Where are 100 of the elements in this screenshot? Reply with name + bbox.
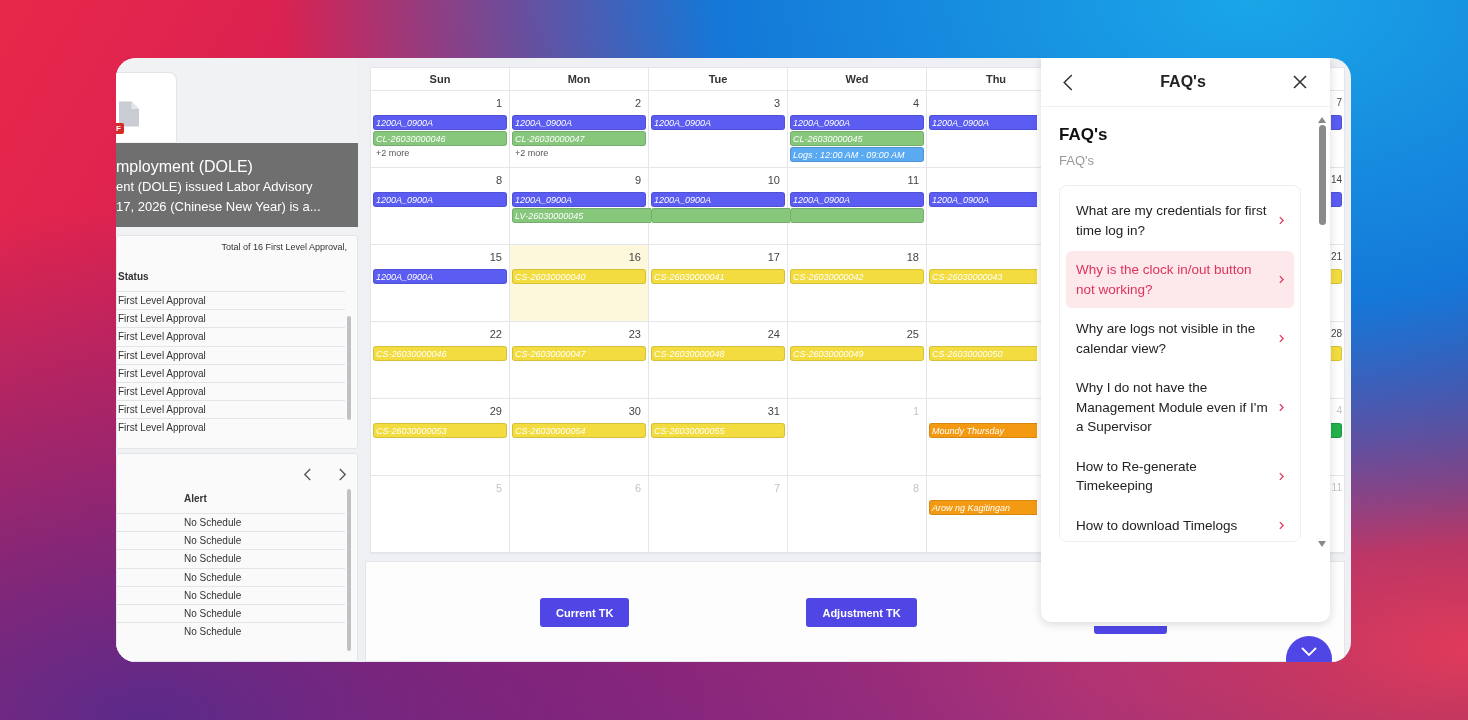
status-cell: First Level Approval bbox=[117, 309, 345, 328]
calendar-event[interactable] bbox=[651, 208, 790, 223]
alert-cell: No Schedule bbox=[117, 549, 345, 568]
day-cell[interactable]: 1 1200A_0900A CL-26030000046 +2 more bbox=[371, 91, 510, 168]
weekday-header: Thu bbox=[985, 73, 1007, 85]
day-cell[interactable]: 16 CS-26030000040 bbox=[510, 245, 649, 322]
day-number: 8 bbox=[495, 173, 502, 186]
scrollbar[interactable] bbox=[347, 316, 351, 420]
calendar-event[interactable]: 1200A_0900A bbox=[651, 192, 785, 207]
status-cell: First Level Approval bbox=[117, 418, 345, 437]
status-cell: First Level Approval bbox=[117, 381, 345, 401]
faq-item[interactable]: Why is the clock in/out button not working? bbox=[1066, 251, 1294, 308]
day-cell[interactable]: 11 1200A_0900A bbox=[788, 168, 927, 245]
day-cell[interactable]: 15 1200A_0900A bbox=[371, 245, 510, 322]
scroll-up-icon[interactable] bbox=[1318, 117, 1326, 123]
day-cell[interactable]: 3 1200A_0900A bbox=[649, 91, 788, 168]
status-cell: First Level Approval bbox=[117, 345, 345, 364]
alert-cell: No Schedule bbox=[117, 567, 345, 586]
day-cell[interactable]: 9 1200A_0900A LV-26030000045 bbox=[510, 168, 649, 245]
faq-subtitle: FAQ's bbox=[1059, 153, 1095, 168]
calendar-event[interactable]: 1200A_0900A bbox=[651, 115, 785, 130]
day-number: 30 bbox=[628, 404, 641, 417]
day-cell[interactable]: 8 1200A_0900A bbox=[371, 168, 510, 245]
pdf-badge: F bbox=[116, 123, 124, 134]
chevron-right-icon bbox=[1279, 216, 1284, 225]
day-number: 28 bbox=[1330, 328, 1342, 339]
day-number: 21 bbox=[1330, 251, 1342, 262]
day-cell[interactable]: 23 CS-26030000047 bbox=[510, 322, 649, 399]
calendar-event[interactable]: 1200A_0900A bbox=[790, 192, 924, 207]
day-cell[interactable]: 2 1200A_0900A CL-26030000047 +2 more bbox=[510, 91, 649, 168]
calendar-event[interactable] bbox=[1331, 192, 1342, 207]
day-cell[interactable]: 18 CS-26030000042 bbox=[788, 245, 927, 322]
calendar-event[interactable]: 1200A_0900A bbox=[512, 192, 646, 207]
status-cell: First Level Approval bbox=[117, 291, 345, 310]
faq-item[interactable]: Why are logs not visible in the calendar view? bbox=[1066, 310, 1294, 367]
alert-cell: No Schedule bbox=[117, 531, 345, 550]
calendar-event[interactable] bbox=[1331, 269, 1342, 284]
partly-hidden-button[interactable] bbox=[1093, 626, 1167, 634]
chevron-down-icon bbox=[1301, 647, 1317, 657]
calendar-event[interactable] bbox=[1331, 115, 1342, 130]
calendar-event[interactable]: 1200A_0900A bbox=[512, 115, 646, 130]
day-number: 1 bbox=[912, 404, 919, 417]
day-number: 18 bbox=[906, 250, 919, 263]
day-number: 24 bbox=[767, 327, 780, 340]
action-button[interactable]: Current TK bbox=[540, 598, 630, 627]
faq-item[interactable]: How to Re-generate Timekeeping bbox=[1066, 447, 1294, 505]
day-number: 22 bbox=[489, 327, 502, 340]
announcement-text: 17, 2026 (Chinese New Year) is a... bbox=[116, 198, 322, 216]
calendar-event[interactable]: Logs : 12:00 AM - 09:00 AM bbox=[790, 147, 924, 162]
scroll-down-icon[interactable] bbox=[1318, 541, 1326, 547]
close-icon[interactable] bbox=[1293, 75, 1307, 89]
day-number: 4 bbox=[912, 96, 919, 109]
day-number: 4 bbox=[1336, 405, 1342, 416]
calendar-event[interactable] bbox=[790, 208, 924, 223]
alert-cell: No Schedule bbox=[117, 585, 345, 604]
day-cell[interactable]: 31 CS-26030000055 bbox=[649, 399, 788, 476]
file-card[interactable]: F bbox=[116, 72, 177, 142]
day-number: 9 bbox=[634, 173, 641, 186]
day-cell[interactable]: 24 CS-26030000048 bbox=[649, 322, 788, 399]
faq-item[interactable]: Why I do not have the Management Module even if I'm a Supervisor bbox=[1066, 369, 1294, 446]
day-number: 5 bbox=[495, 481, 502, 494]
chevron-right-icon[interactable] bbox=[338, 468, 347, 481]
day-cell[interactable]: 22 CS-26030000046 bbox=[371, 322, 510, 399]
faq-item[interactable]: What are my credentials for first time log in? bbox=[1066, 192, 1294, 249]
status-cell: First Level Approval bbox=[117, 400, 345, 419]
day-number: 16 bbox=[628, 250, 641, 263]
day-number: 15 bbox=[489, 250, 502, 263]
action-button[interactable]: Adjustment TK bbox=[806, 598, 917, 627]
calendar-event[interactable]: 1200A_0900A bbox=[929, 192, 1037, 207]
weekday-header: Tue bbox=[708, 73, 728, 85]
day-cell[interactable]: 17 CS-26030000041 bbox=[649, 245, 788, 322]
more-events-link[interactable]: +2 more bbox=[376, 148, 509, 158]
status-cell: First Level Approval bbox=[117, 363, 345, 382]
calendar-event[interactable]: 1200A_0900A bbox=[373, 269, 507, 284]
calendar-event[interactable] bbox=[1331, 423, 1342, 438]
day-cell[interactable]: 25 CS-26030000049 bbox=[788, 322, 927, 399]
day-number: 23 bbox=[628, 327, 641, 340]
alert-cell: No Schedule bbox=[117, 513, 345, 532]
chevron-left-icon[interactable] bbox=[303, 468, 312, 481]
weekday-header: Wed bbox=[845, 73, 869, 85]
announcement-banner[interactable]: mployment (DOLE) ent (DOLE) issued Labor Advisory 17, 2026 (Chinese New Year) is a... bbox=[116, 143, 358, 227]
scrollbar[interactable] bbox=[347, 489, 351, 651]
calendar-event[interactable]: 1200A_0900A bbox=[929, 115, 1037, 130]
calendar-event[interactable]: 1200A_0900A bbox=[790, 115, 924, 130]
calendar-event[interactable] bbox=[1331, 346, 1342, 361]
status-cell: First Level Approval bbox=[117, 327, 345, 346]
more-events-link[interactable]: +2 more bbox=[515, 148, 648, 158]
calendar-event[interactable]: 1200A_0900A bbox=[373, 192, 507, 207]
calendar-event[interactable]: 1200A_0900A bbox=[373, 115, 507, 130]
day-cell[interactable]: 29 CS-26030000053 bbox=[371, 399, 510, 476]
day-cell[interactable]: 10 1200A_0900A bbox=[649, 168, 788, 245]
scrollbar-thumb[interactable] bbox=[1318, 125, 1326, 225]
alert-cell: No Schedule bbox=[117, 603, 345, 623]
chevron-right-icon bbox=[1279, 275, 1284, 284]
faq-heading: FAQ's bbox=[1059, 125, 1109, 145]
faq-item[interactable]: How to download Timelogs bbox=[1066, 506, 1294, 541]
day-cell[interactable]: 4 1200A_0900A CL-26030000045 Logs : 12:00 AM - 09:00 AM bbox=[788, 91, 927, 168]
day-number: 8 bbox=[912, 481, 919, 494]
day-cell[interactable]: 30 CS-26030000054 bbox=[510, 399, 649, 476]
announcement-text: ent (DOLE) issued Labor Advisory bbox=[116, 178, 314, 196]
